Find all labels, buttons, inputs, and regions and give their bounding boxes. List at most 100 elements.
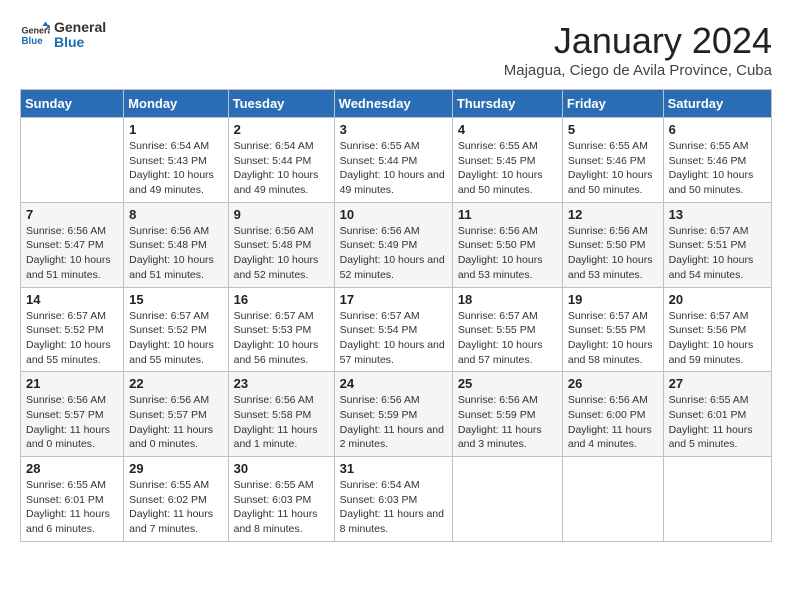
sunset: Sunset: 5:56 PM <box>669 323 766 338</box>
calendar-cell <box>562 457 663 542</box>
calendar-cell: 28 Sunrise: 6:55 AM Sunset: 6:01 PM Dayl… <box>21 457 124 542</box>
sunrise: Sunrise: 6:57 AM <box>458 309 557 324</box>
day-number: 17 <box>340 292 447 307</box>
day-info: Sunrise: 6:55 AM Sunset: 6:01 PM Dayligh… <box>669 393 766 452</box>
day-info: Sunrise: 6:56 AM Sunset: 5:48 PM Dayligh… <box>129 224 222 283</box>
calendar-cell: 14 Sunrise: 6:57 AM Sunset: 5:52 PM Dayl… <box>21 287 124 372</box>
sunrise: Sunrise: 6:57 AM <box>568 309 658 324</box>
sunrise: Sunrise: 6:55 AM <box>458 139 557 154</box>
sunset: Sunset: 5:49 PM <box>340 238 447 253</box>
daylight: Daylight: 10 hours and 56 minutes. <box>234 338 329 367</box>
calendar-cell: 18 Sunrise: 6:57 AM Sunset: 5:55 PM Dayl… <box>452 287 562 372</box>
sunrise: Sunrise: 6:55 AM <box>669 139 766 154</box>
day-number: 15 <box>129 292 222 307</box>
sunrise: Sunrise: 6:57 AM <box>669 309 766 324</box>
day-number: 6 <box>669 122 766 137</box>
calendar-cell: 22 Sunrise: 6:56 AM Sunset: 5:57 PM Dayl… <box>124 372 228 457</box>
sunset: Sunset: 5:50 PM <box>458 238 557 253</box>
sunset: Sunset: 5:48 PM <box>129 238 222 253</box>
sunrise: Sunrise: 6:57 AM <box>669 224 766 239</box>
day-info: Sunrise: 6:55 AM Sunset: 5:46 PM Dayligh… <box>669 139 766 198</box>
day-number: 26 <box>568 376 658 391</box>
sunrise: Sunrise: 6:55 AM <box>669 393 766 408</box>
page-header: General Blue General Blue January 2024 M… <box>20 20 772 79</box>
day-info: Sunrise: 6:57 AM Sunset: 5:54 PM Dayligh… <box>340 309 447 368</box>
day-number: 24 <box>340 376 447 391</box>
sunrise: Sunrise: 6:57 AM <box>26 309 118 324</box>
sunset: Sunset: 5:59 PM <box>458 408 557 423</box>
sunset: Sunset: 6:03 PM <box>234 493 329 508</box>
sunset: Sunset: 6:02 PM <box>129 493 222 508</box>
day-number: 7 <box>26 207 118 222</box>
day-number: 1 <box>129 122 222 137</box>
day-number: 20 <box>669 292 766 307</box>
daylight: Daylight: 10 hours and 49 minutes. <box>129 168 222 197</box>
day-info: Sunrise: 6:57 AM Sunset: 5:52 PM Dayligh… <box>129 309 222 368</box>
daylight: Daylight: 10 hours and 58 minutes. <box>568 338 658 367</box>
sunrise: Sunrise: 6:56 AM <box>568 224 658 239</box>
day-number: 8 <box>129 207 222 222</box>
day-number: 29 <box>129 461 222 476</box>
logo: General Blue General Blue <box>20 20 106 51</box>
sunset: Sunset: 5:57 PM <box>26 408 118 423</box>
calendar-cell: 20 Sunrise: 6:57 AM Sunset: 5:56 PM Dayl… <box>663 287 771 372</box>
day-info: Sunrise: 6:57 AM Sunset: 5:51 PM Dayligh… <box>669 224 766 283</box>
day-number: 14 <box>26 292 118 307</box>
calendar-cell: 23 Sunrise: 6:56 AM Sunset: 5:58 PM Dayl… <box>228 372 334 457</box>
day-info: Sunrise: 6:54 AM Sunset: 6:03 PM Dayligh… <box>340 478 447 537</box>
day-info: Sunrise: 6:57 AM Sunset: 5:55 PM Dayligh… <box>568 309 658 368</box>
calendar-week-row: 14 Sunrise: 6:57 AM Sunset: 5:52 PM Dayl… <box>21 287 772 372</box>
sunset: Sunset: 5:51 PM <box>669 238 766 253</box>
day-info: Sunrise: 6:54 AM Sunset: 5:44 PM Dayligh… <box>234 139 329 198</box>
calendar-cell: 29 Sunrise: 6:55 AM Sunset: 6:02 PM Dayl… <box>124 457 228 542</box>
sunset: Sunset: 5:53 PM <box>234 323 329 338</box>
sunrise: Sunrise: 6:56 AM <box>234 224 329 239</box>
daylight: Daylight: 10 hours and 55 minutes. <box>129 338 222 367</box>
daylight: Daylight: 10 hours and 50 minutes. <box>458 168 557 197</box>
sunrise: Sunrise: 6:56 AM <box>26 224 118 239</box>
calendar-cell: 15 Sunrise: 6:57 AM Sunset: 5:52 PM Dayl… <box>124 287 228 372</box>
calendar-cell: 3 Sunrise: 6:55 AM Sunset: 5:44 PM Dayli… <box>334 118 452 203</box>
day-info: Sunrise: 6:57 AM Sunset: 5:56 PM Dayligh… <box>669 309 766 368</box>
daylight: Daylight: 10 hours and 57 minutes. <box>340 338 447 367</box>
day-number: 9 <box>234 207 329 222</box>
month-title: January 2024 <box>504 20 772 62</box>
title-block: January 2024 Majagua, Ciego de Avila Pro… <box>504 20 772 79</box>
day-number: 11 <box>458 207 557 222</box>
daylight: Daylight: 11 hours and 8 minutes. <box>340 507 447 536</box>
day-info: Sunrise: 6:56 AM Sunset: 5:47 PM Dayligh… <box>26 224 118 283</box>
sunset: Sunset: 5:46 PM <box>568 154 658 169</box>
day-info: Sunrise: 6:56 AM Sunset: 5:59 PM Dayligh… <box>340 393 447 452</box>
sunrise: Sunrise: 6:55 AM <box>340 139 447 154</box>
sunset: Sunset: 5:52 PM <box>129 323 222 338</box>
daylight: Daylight: 10 hours and 49 minutes. <box>340 168 447 197</box>
daylight: Daylight: 11 hours and 6 minutes. <box>26 507 118 536</box>
day-number: 10 <box>340 207 447 222</box>
logo-blue-text: Blue <box>54 34 84 50</box>
day-number: 12 <box>568 207 658 222</box>
day-info: Sunrise: 6:57 AM Sunset: 5:53 PM Dayligh… <box>234 309 329 368</box>
daylight: Daylight: 10 hours and 51 minutes. <box>26 253 118 282</box>
sunset: Sunset: 5:55 PM <box>568 323 658 338</box>
daylight: Daylight: 10 hours and 57 minutes. <box>458 338 557 367</box>
calendar-cell: 16 Sunrise: 6:57 AM Sunset: 5:53 PM Dayl… <box>228 287 334 372</box>
daylight: Daylight: 10 hours and 50 minutes. <box>568 168 658 197</box>
daylight: Daylight: 10 hours and 54 minutes. <box>669 253 766 282</box>
daylight: Daylight: 10 hours and 59 minutes. <box>669 338 766 367</box>
daylight: Daylight: 10 hours and 51 minutes. <box>129 253 222 282</box>
day-number: 4 <box>458 122 557 137</box>
day-info: Sunrise: 6:57 AM Sunset: 5:55 PM Dayligh… <box>458 309 557 368</box>
daylight: Daylight: 10 hours and 53 minutes. <box>568 253 658 282</box>
calendar-cell <box>663 457 771 542</box>
sunset: Sunset: 5:44 PM <box>340 154 447 169</box>
sunrise: Sunrise: 6:54 AM <box>234 139 329 154</box>
day-info: Sunrise: 6:57 AM Sunset: 5:52 PM Dayligh… <box>26 309 118 368</box>
calendar-cell: 9 Sunrise: 6:56 AM Sunset: 5:48 PM Dayli… <box>228 202 334 287</box>
sunrise: Sunrise: 6:57 AM <box>234 309 329 324</box>
logo-general-text: General <box>54 19 106 35</box>
sunset: Sunset: 6:03 PM <box>340 493 447 508</box>
sunset: Sunset: 5:44 PM <box>234 154 329 169</box>
day-number: 22 <box>129 376 222 391</box>
calendar-table: SundayMondayTuesdayWednesdayThursdayFrid… <box>20 89 772 542</box>
daylight: Daylight: 11 hours and 3 minutes. <box>458 423 557 452</box>
